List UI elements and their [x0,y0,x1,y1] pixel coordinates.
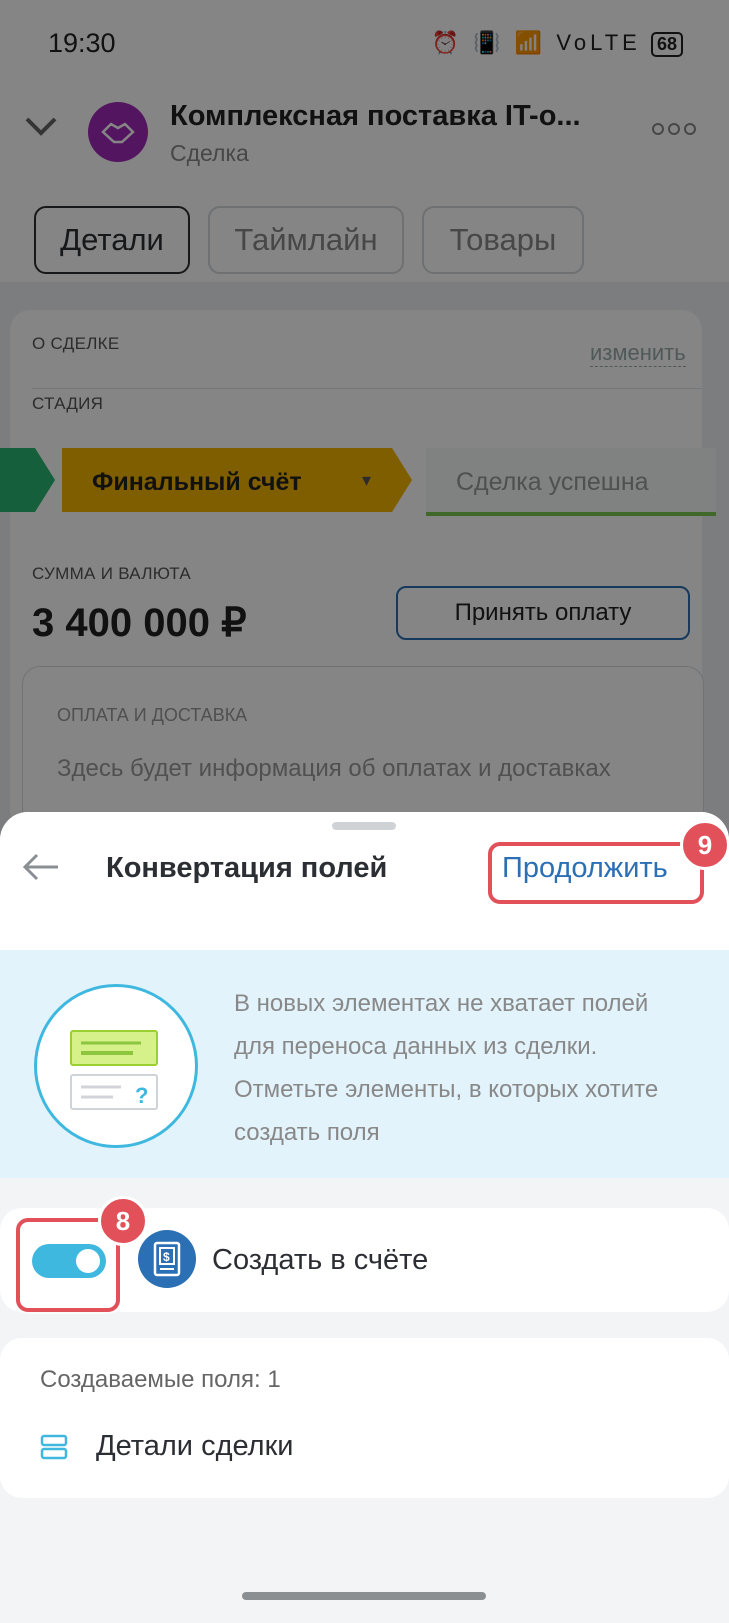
sheet-header: Конвертация полей Продолжить 9 [0,812,729,950]
toggle-knob [76,1249,100,1273]
continue-button[interactable]: Продолжить [502,852,668,885]
create-in-invoice-row[interactable]: 8 $ Создать в счёте [0,1196,729,1312]
create-in-invoice-toggle[interactable] [32,1244,106,1278]
create-in-invoice-label: Создать в счёте [212,1244,429,1276]
field-conversion-sheet: Конвертация полей Продолжить 9 ? В новых… [0,812,729,1623]
svg-text:?: ? [135,1083,148,1108]
back-arrow-icon[interactable] [22,848,60,891]
fields-illustration-icon: ? [34,984,198,1148]
svg-text:$: $ [163,1250,170,1264]
created-fields-count: Создаваемые поля: 1 [40,1366,281,1393]
fields-section-icon [40,1434,68,1460]
sheet-title: Конвертация полей [106,852,388,884]
created-fields-card: Создаваемые поля: 1 Детали сделки [0,1338,729,1498]
invoice-icon: $ [138,1230,196,1288]
home-indicator[interactable] [242,1592,486,1600]
field-item-deal-details: Детали сделки [96,1430,294,1462]
info-text: В новых элементах не хватает полей для п… [234,990,659,1146]
info-banner: ? В новых элементах не хватает полей для… [0,950,729,1178]
drag-handle[interactable] [332,822,396,830]
step-badge-9: 9 [680,820,729,870]
